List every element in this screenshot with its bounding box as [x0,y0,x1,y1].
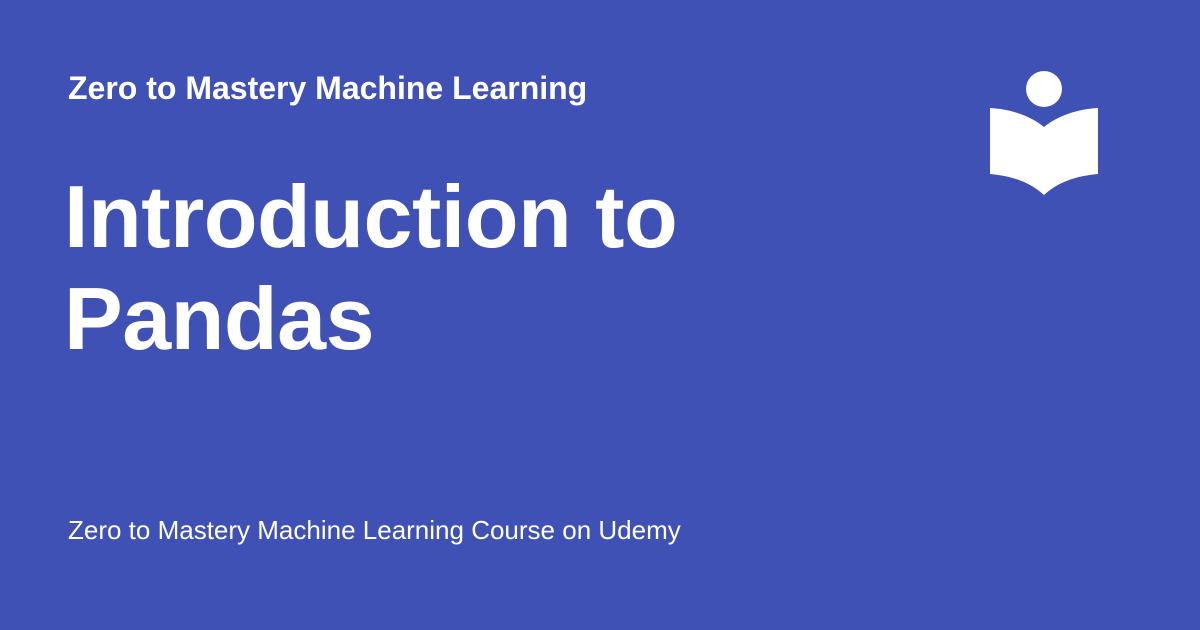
page-title: Introduction to Pandas [64,167,678,368]
site-name: Zero to Mastery Machine Learning [68,70,588,106]
open-book-shape [990,108,1098,195]
page-description: Zero to Mastery Machine Learning Course … [68,515,681,545]
reader-head-shape [1026,71,1062,107]
social-preview-card: Zero to Mastery Machine Learning Introdu… [0,0,1200,630]
reader-book-icon [990,71,1098,195]
